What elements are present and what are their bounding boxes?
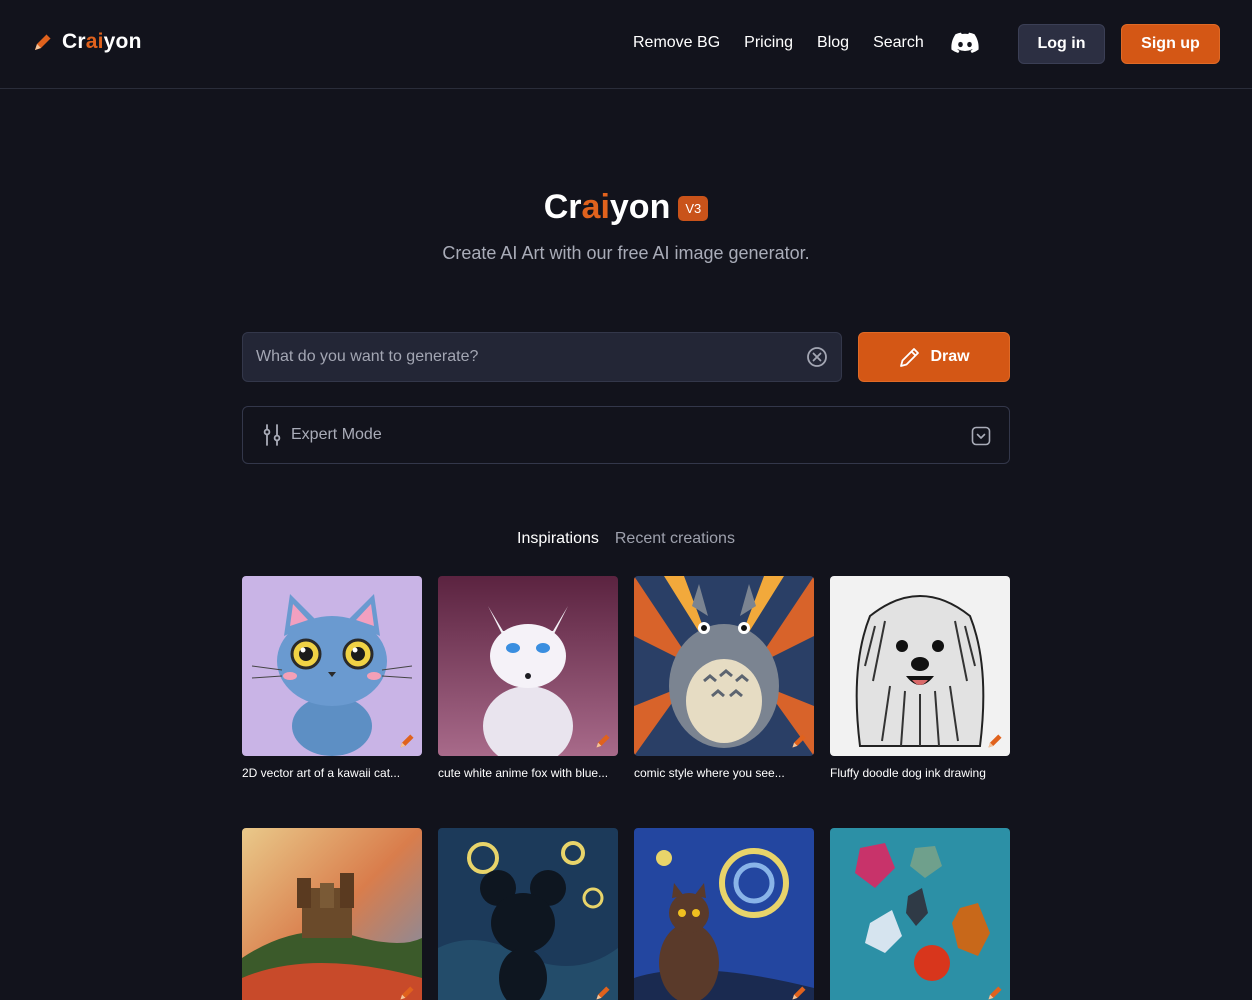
crayon-icon <box>792 986 806 1000</box>
crayon-icon <box>988 986 1002 1000</box>
gallery-card[interactable]: Fluffy doodle dog ink drawing <box>830 576 1010 780</box>
gallery-card[interactable] <box>830 828 1010 1000</box>
pencil-icon <box>900 348 920 367</box>
gallery-card[interactable]: 2D vector art of a kawaii cat... <box>242 576 422 780</box>
gallery-tabs: Inspirations Recent creations <box>0 530 1252 548</box>
gallery-card[interactable]: cute white anime fox with blue... <box>438 576 618 780</box>
crayon-icon <box>400 986 414 1000</box>
crayon-icon <box>792 734 806 748</box>
main-nav: Remove BG Pricing Blog Search <box>633 32 948 54</box>
hero-title: Craiyon V3 <box>0 188 1252 227</box>
expert-mode-toggle[interactable]: Expert Mode <box>242 406 1010 464</box>
gallery-image-starry-silhouette[interactable] <box>438 828 618 1000</box>
gallery-image-kawaii-cat[interactable] <box>242 576 422 756</box>
gallery-caption: cute white anime fox with blue... <box>438 766 609 780</box>
crayon-icon <box>400 734 414 748</box>
logo-text: Craiyon <box>62 30 142 53</box>
gallery-card[interactable]: comic style where you see... <box>634 576 814 780</box>
sliders-icon <box>263 424 281 446</box>
gallery-image-doodle-dog[interactable] <box>830 576 1010 756</box>
tab-recent-creations[interactable]: Recent creations <box>615 530 735 548</box>
chevron-down-icon <box>971 426 991 446</box>
draw-label: Draw <box>930 348 970 365</box>
tab-inspirations[interactable]: Inspirations <box>517 530 599 548</box>
draw-button[interactable]: Draw <box>858 332 1010 382</box>
crayon-icon <box>35 33 52 50</box>
discord-icon[interactable] <box>951 32 979 54</box>
hero-title-text: Craiyon <box>543 188 671 226</box>
version-badge: V3 <box>678 196 709 221</box>
gallery-image-totoro[interactable] <box>634 576 814 756</box>
gallery-caption: Fluffy doodle dog ink drawing <box>830 766 986 780</box>
crayon-icon <box>596 986 610 1000</box>
nav-pricing[interactable]: Pricing <box>744 32 793 54</box>
login-button[interactable]: Log in <box>1018 24 1105 64</box>
gallery-card[interactable] <box>634 828 814 1000</box>
nav-remove-bg[interactable]: Remove BG <box>633 32 720 54</box>
prompt-box <box>242 332 842 382</box>
gallery-image-castle[interactable] <box>242 828 422 1000</box>
hero-subtitle: Create AI Art with our free AI image gen… <box>442 243 810 263</box>
clear-icon[interactable] <box>806 346 828 368</box>
gallery-card[interactable] <box>438 828 618 1000</box>
gallery-caption: 2D vector art of a kawaii cat... <box>242 766 401 780</box>
crayon-icon <box>596 734 610 748</box>
gallery-image-starry-cat[interactable] <box>634 828 814 1000</box>
nav-search[interactable]: Search <box>873 32 924 54</box>
expert-mode-label: Expert Mode <box>291 426 382 443</box>
logo[interactable]: Craiyon <box>32 30 142 54</box>
gallery-image-gems[interactable] <box>830 828 1010 1000</box>
prompt-input[interactable] <box>243 333 803 381</box>
gallery-image-white-fox[interactable] <box>438 576 618 756</box>
crayon-icon <box>988 734 1002 748</box>
signup-button[interactable]: Sign up <box>1121 24 1220 64</box>
gallery-caption: comic style where you see... <box>634 766 785 780</box>
gallery-card[interactable] <box>242 828 422 1000</box>
top-header: Craiyon Remove BG Pricing Blog Search Lo… <box>0 0 1252 89</box>
nav-blog[interactable]: Blog <box>817 32 849 54</box>
